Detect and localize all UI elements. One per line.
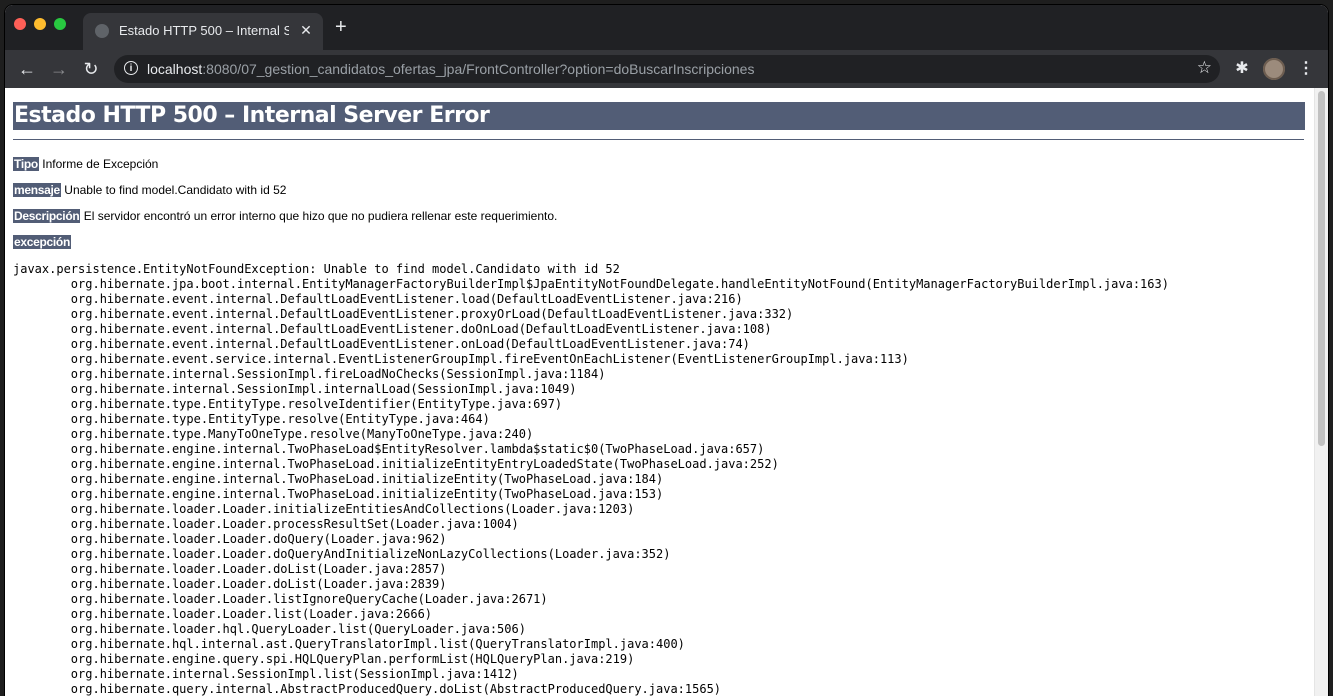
tipo-label: Tipo: [13, 157, 39, 171]
stack-trace-line: org.hibernate.event.internal.DefaultLoad…: [13, 292, 743, 306]
stack-trace-line: org.hibernate.engine.internal.TwoPhaseLo…: [13, 457, 779, 471]
page-title: Estado HTTP 500 – Internal Server Error: [13, 102, 1305, 130]
tab-bar: Estado HTTP 500 – Internal Se ✕ +: [5, 5, 1328, 50]
forward-arrow-icon[interactable]: →: [48, 58, 70, 80]
divider: [13, 139, 1304, 140]
stack-trace-line: org.hibernate.hql.internal.ast.QueryTran…: [13, 637, 685, 651]
mensaje-row: mensaje Unable to find model.Candidato w…: [13, 183, 286, 197]
stack-trace-line: org.hibernate.engine.query.spi.HQLQueryP…: [13, 652, 635, 666]
stack-trace-line: org.hibernate.type.EntityType.resolve(En…: [13, 412, 490, 426]
stack-trace-line: org.hibernate.type.ManyToOneType.resolve…: [13, 427, 534, 441]
vertical-scrollbar[interactable]: [1314, 88, 1328, 696]
back-arrow-icon[interactable]: ←: [16, 58, 38, 80]
window-minimize-button[interactable]: [34, 18, 46, 30]
puzzle-icon[interactable]: ✱: [1231, 58, 1253, 80]
stack-trace-line: org.hibernate.query.internal.AbstractPro…: [13, 682, 722, 696]
stack-trace-line: org.hibernate.internal.SessionImpl.inter…: [13, 382, 577, 396]
tipo-row: Tipo Informe de Excepción: [13, 157, 158, 171]
stack-trace-line: org.hibernate.engine.internal.TwoPhaseLo…: [13, 442, 765, 456]
stack-trace: javax.persistence.EntityNotFoundExceptio…: [13, 262, 1169, 696]
stack-trace-line: org.hibernate.jpa.boot.internal.EntityMa…: [13, 277, 1169, 291]
mensaje-value: Unable to find model.Candidato with id 5…: [64, 183, 287, 197]
browser-window: Estado HTTP 500 – Internal Se ✕ + ← → ↻ …: [5, 5, 1328, 696]
stack-trace-line: org.hibernate.loader.hql.QueryLoader.lis…: [13, 622, 526, 636]
new-tab-plus-icon[interactable]: +: [335, 17, 347, 37]
reload-icon[interactable]: ↻: [80, 58, 102, 80]
stack-trace-line: org.hibernate.event.internal.DefaultLoad…: [13, 337, 750, 351]
stack-trace-line: org.hibernate.loader.Loader.processResul…: [13, 517, 519, 531]
stack-trace-line: org.hibernate.loader.Loader.doList(Loade…: [13, 562, 447, 576]
browser-toolbar: ← → ↻ i localhost:8080/07_gestion_candid…: [5, 50, 1328, 88]
stack-trace-line: javax.persistence.EntityNotFoundExceptio…: [13, 262, 620, 276]
url-path: :8080/07_gestion_candidatos_ofertas_jpa/…: [202, 61, 755, 77]
excepcion-label: excepción: [13, 235, 71, 249]
stack-trace-line: org.hibernate.type.EntityType.resolveIde…: [13, 397, 563, 411]
browser-tab[interactable]: Estado HTTP 500 – Internal Se ✕: [83, 13, 323, 50]
avatar[interactable]: [1263, 58, 1285, 80]
url-host: localhost: [147, 61, 203, 77]
stack-trace-line: org.hibernate.engine.internal.TwoPhaseLo…: [13, 487, 664, 501]
stack-trace-line: org.hibernate.loader.Loader.doQueryAndIn…: [13, 547, 671, 561]
page-content: Estado HTTP 500 – Internal Server Error …: [5, 88, 1328, 696]
stack-trace-line: org.hibernate.internal.SessionImpl.list(…: [13, 667, 519, 681]
descripcion-row: Descripción El servidor encontró un erro…: [13, 209, 557, 223]
kebab-menu-icon[interactable]: ⋮: [1295, 58, 1317, 80]
stack-trace-line: org.hibernate.loader.Loader.doQuery(Load…: [13, 532, 447, 546]
excepcion-row: excepción: [13, 235, 71, 249]
stack-trace-line: org.hibernate.loader.Loader.listIgnoreQu…: [13, 592, 548, 606]
stack-trace-line: org.hibernate.internal.SessionImpl.fireL…: [13, 367, 606, 381]
tab-title: Estado HTTP 500 – Internal Se: [119, 23, 289, 38]
address-bar[interactable]: i localhost:8080/07_gestion_candidatos_o…: [114, 55, 1220, 83]
window-close-button[interactable]: [14, 18, 26, 30]
stack-trace-line: org.hibernate.event.service.internal.Eve…: [13, 352, 909, 366]
stack-trace-line: org.hibernate.event.internal.DefaultLoad…: [13, 307, 794, 321]
stack-trace-line: org.hibernate.loader.Loader.initializeEn…: [13, 502, 635, 516]
window-maximize-button[interactable]: [54, 18, 66, 30]
close-icon[interactable]: ✕: [297, 21, 315, 39]
mensaje-label: mensaje: [13, 183, 61, 197]
descripcion-value: El servidor encontró un error interno qu…: [83, 209, 558, 223]
scrollbar-thumb[interactable]: [1318, 91, 1325, 446]
globe-icon: [95, 24, 109, 38]
descripcion-label: Descripción: [13, 209, 81, 223]
site-info-icon[interactable]: i: [124, 61, 138, 75]
star-icon[interactable]: ☆: [1197, 58, 1212, 78]
stack-trace-line: org.hibernate.engine.internal.TwoPhaseLo…: [13, 472, 664, 486]
url-text[interactable]: localhost:8080/07_gestion_candidatos_ofe…: [147, 61, 754, 77]
tipo-value: Informe de Excepción: [42, 157, 159, 171]
stack-trace-line: org.hibernate.event.internal.DefaultLoad…: [13, 322, 772, 336]
stack-trace-line: org.hibernate.loader.Loader.list(Loader.…: [13, 607, 433, 621]
stack-trace-line: org.hibernate.loader.Loader.doList(Loade…: [13, 577, 447, 591]
